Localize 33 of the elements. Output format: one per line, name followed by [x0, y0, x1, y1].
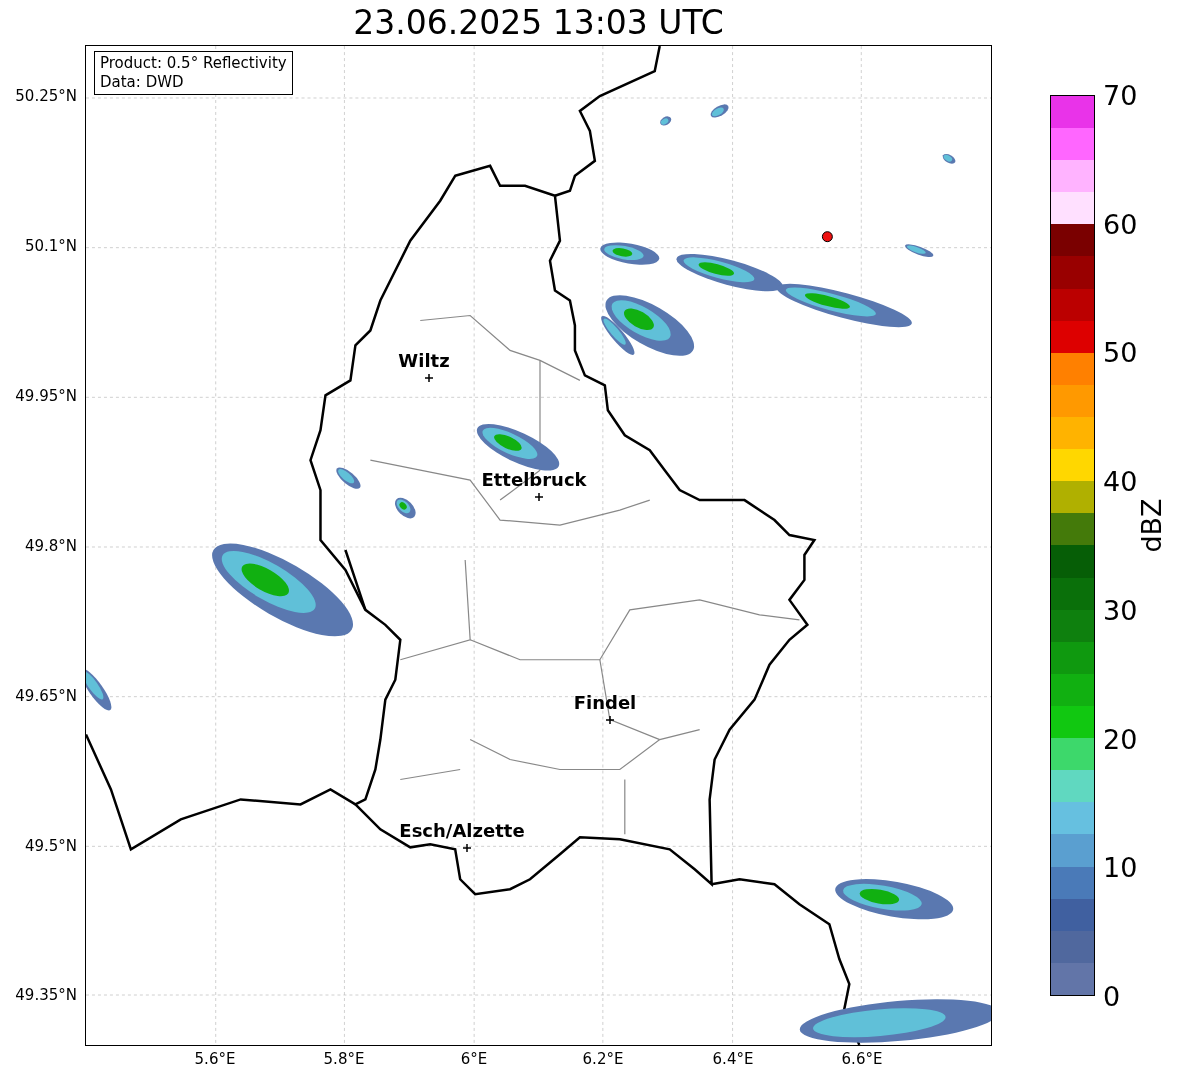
lat-tick-label: 50.1°N — [24, 239, 77, 254]
lon-tick-label: 6°E — [460, 1052, 488, 1067]
colorbar-title: dBZ — [1137, 498, 1165, 553]
lon-tick-label: 6.2°E — [582, 1052, 624, 1067]
lon-tick-label: 6.4°E — [712, 1052, 754, 1067]
colorbar-tick-label: 70 — [1103, 82, 1138, 109]
info-text: Product: 0.5° Reflectivity — [100, 54, 287, 73]
city-label: Esch/Alzette — [399, 822, 525, 840]
lat-tick-label: 50.25°N — [15, 89, 77, 104]
colorbar-tick-label: 10 — [1103, 854, 1138, 882]
city-label: Ettelbruck — [481, 471, 587, 489]
info-text: Data: DWD — [100, 73, 185, 92]
lat-tick-label: 49.5°N — [24, 839, 77, 854]
colorbar-tick-label: 20 — [1103, 725, 1138, 753]
lat-tick-label: 49.8°N — [24, 539, 77, 554]
lat-tick-label: 49.95°N — [15, 389, 77, 404]
colorbar-tick-label: 40 — [1103, 468, 1138, 496]
city-marker-icon — [606, 716, 614, 724]
lon-tick-label: 6.6°E — [841, 1052, 883, 1067]
colorbar-tick-label: 60 — [1103, 210, 1138, 238]
city-marker-icon — [535, 493, 543, 501]
lat-tick-label: 49.65°N — [15, 689, 77, 704]
lat-tick-label: 49.35°N — [15, 988, 77, 1003]
colorbar-tick-label: 30 — [1103, 596, 1138, 624]
city-label: Findel — [573, 694, 637, 712]
city-label: Wiltz — [398, 352, 450, 370]
chart-title: 23.06.2025 13:03 UTC — [353, 6, 724, 39]
lon-tick-label: 5.6°E — [194, 1052, 236, 1067]
colorbar-tick-label: 50 — [1103, 339, 1138, 367]
city-marker-icon — [425, 374, 433, 382]
colorbar-tick-label: 0 — [1103, 983, 1121, 1010]
lon-tick-label: 5.8°E — [323, 1052, 365, 1067]
city-marker-icon — [463, 844, 471, 852]
